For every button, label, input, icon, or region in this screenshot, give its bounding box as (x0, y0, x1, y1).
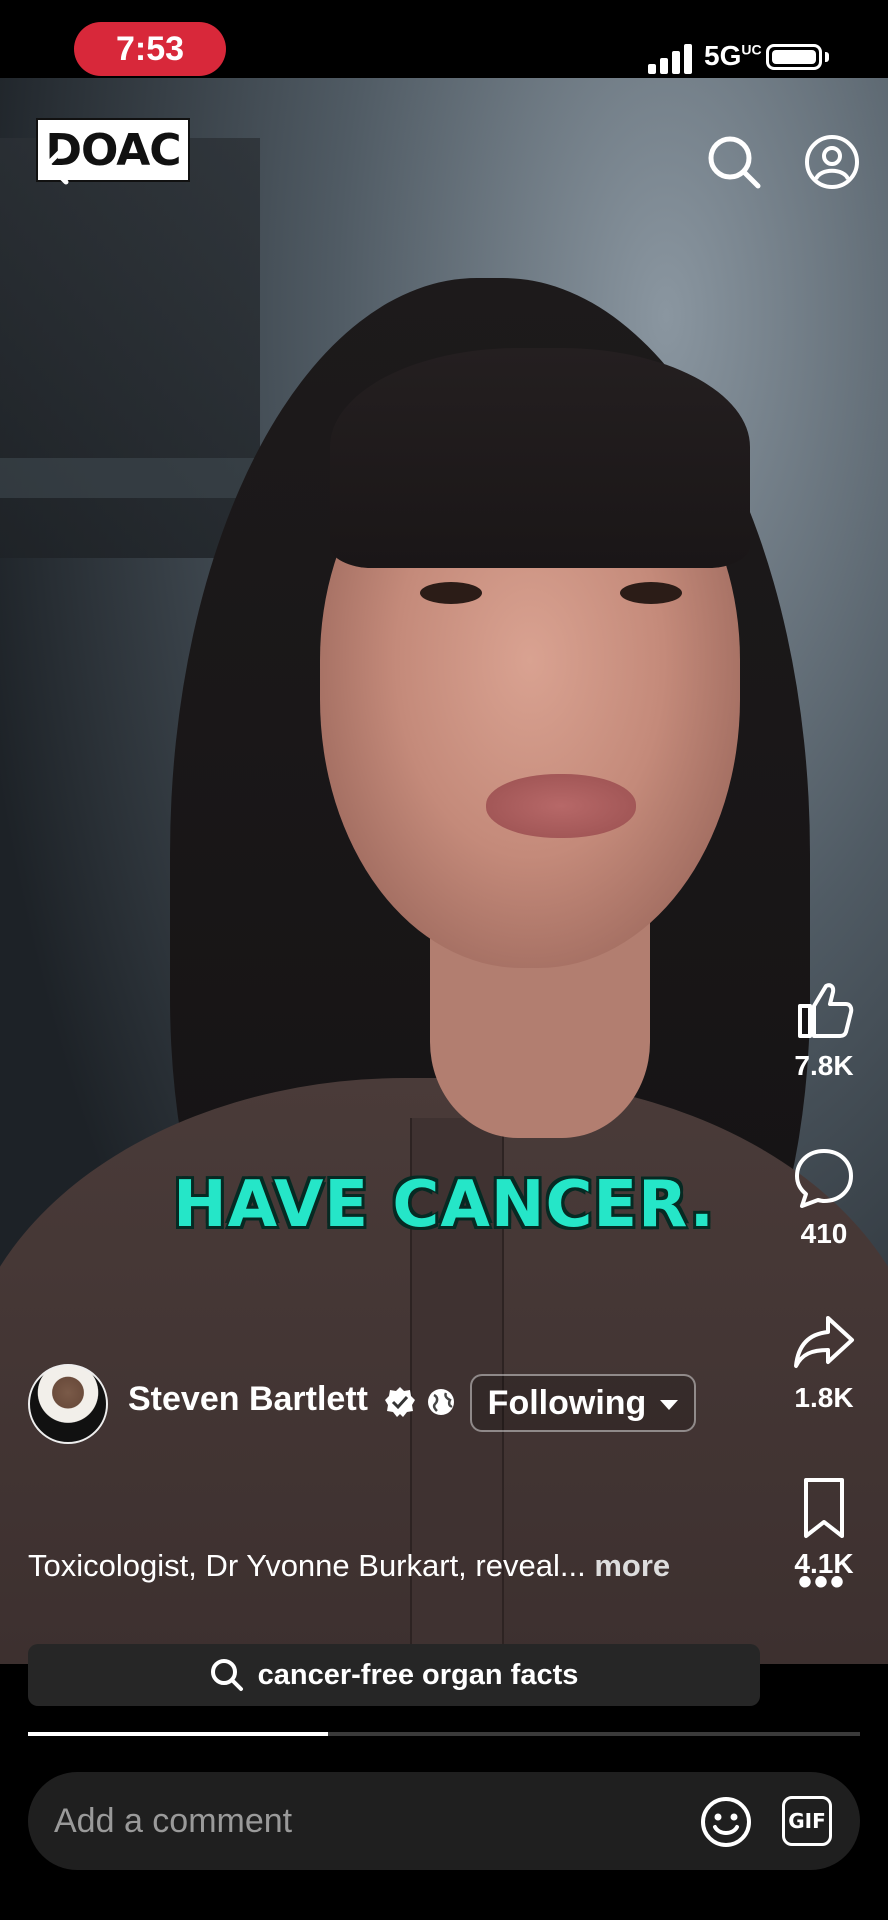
like-count: 7.8K (794, 1050, 854, 1081)
comment-bubble-icon (795, 1149, 853, 1208)
status-time: 7:53 (74, 22, 226, 76)
gif-button[interactable]: GIF (782, 1796, 832, 1846)
video-description[interactable]: Toxicologist, Dr Yvonne Burkart, reveal.… (28, 1548, 670, 1584)
video-caption: HAVE CANCER. (173, 1168, 715, 1242)
video-player[interactable]: DOAC HAVE CANCER. 7.8K 410 1.8K 4.1K Ste… (0, 78, 888, 1664)
related-search-label: cancer-free organ facts (257, 1658, 579, 1691)
comment-count: 410 (800, 1218, 848, 1249)
emoji-icon[interactable] (700, 1796, 752, 1848)
description-more-link[interactable]: more (594, 1548, 670, 1583)
like-action[interactable]: 7.8K (780, 978, 868, 1082)
speaker-eye-left (420, 582, 482, 604)
signal-strength-icon (648, 42, 692, 74)
comment-composer: GIF (28, 1772, 860, 1870)
bookmark-icon (804, 1478, 844, 1538)
comment-action[interactable]: 410 (780, 1146, 868, 1250)
following-button[interactable]: Following (470, 1374, 696, 1432)
network-type: 5GUC (704, 40, 762, 71)
caret-down-icon (660, 1400, 679, 1410)
video-progress-fill (28, 1732, 328, 1736)
video-progress-bar[interactable] (28, 1732, 860, 1736)
battery-tip (825, 52, 829, 62)
comment-input[interactable] (54, 1772, 654, 1870)
profile-icon[interactable] (804, 134, 860, 190)
speaker-lips (486, 774, 636, 838)
thumbs-up-icon (798, 983, 854, 1038)
description-text: Toxicologist, Dr Yvonne Burkart, reveal.… (28, 1548, 586, 1583)
back-chevron-icon[interactable] (40, 142, 74, 186)
verified-badge-icon (385, 1387, 415, 1417)
related-search-chip[interactable]: cancer-free organ facts (28, 1644, 760, 1706)
speaker-eye-right (620, 582, 682, 604)
author-avatar[interactable] (28, 1364, 108, 1444)
share-count: 1.8K (794, 1382, 854, 1413)
share-arrow-icon (794, 1316, 854, 1368)
following-label: Following (487, 1383, 647, 1422)
author-name[interactable]: Steven Bartlett (128, 1380, 368, 1419)
search-icon[interactable] (706, 134, 762, 190)
status-bar: 7:53 5GUC (0, 0, 888, 78)
globe-icon (428, 1389, 454, 1415)
search-icon (210, 1659, 243, 1691)
battery-icon (766, 44, 822, 70)
share-action[interactable]: 1.8K (780, 1310, 868, 1414)
speaker-bangs (330, 348, 750, 568)
more-options-icon[interactable]: ••• (798, 1562, 846, 1602)
